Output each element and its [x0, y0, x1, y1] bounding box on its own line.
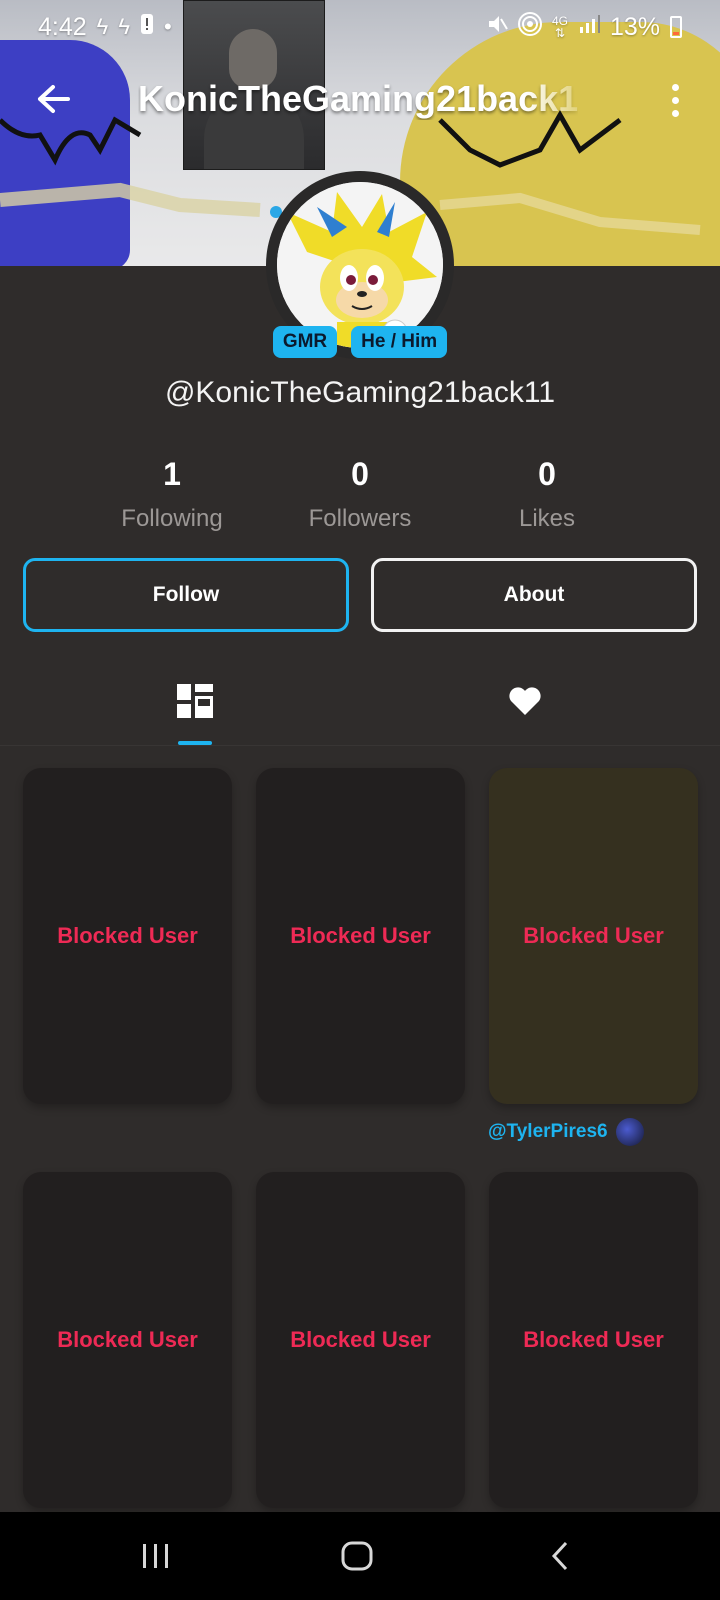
stat-followers[interactable]: 0 Followers — [280, 456, 440, 533]
back-icon — [551, 1541, 568, 1571]
network-type: 4G — [551, 14, 568, 28]
badge-gamer: GMR — [272, 326, 338, 358]
avatar-image — [277, 182, 443, 348]
battery-icon — [670, 16, 682, 38]
about-button[interactable]: About — [371, 558, 697, 632]
blocked-user-label: Blocked User — [523, 923, 664, 948]
tab-posts[interactable] — [170, 676, 220, 726]
hotspot-icon — [517, 11, 542, 43]
system-back-button[interactable] — [530, 1532, 590, 1580]
blocked-user-label: Blocked User — [290, 923, 431, 948]
status-right: 4G ⇅ 13% — [486, 11, 682, 43]
blocked-user-label: Blocked User — [523, 1327, 664, 1352]
home-button[interactable] — [327, 1532, 387, 1580]
app-header: KonicTheGaming21back1 — [0, 64, 720, 134]
blocked-user-label: Blocked User — [57, 923, 198, 948]
stat-followers-value: 0 — [351, 456, 369, 492]
avatar — [277, 182, 443, 348]
post-card[interactable]: Blocked User — [489, 1172, 698, 1508]
tab-likes[interactable] — [500, 676, 550, 726]
flash-icon: ϟ — [96, 14, 109, 39]
stat-likes: 0 Likes — [467, 456, 627, 533]
posts-grid-icon — [177, 684, 213, 718]
status-bar: 4:42 ϟ ϟ • 4G ⇅ 13% — [0, 0, 720, 54]
tab-divider — [0, 745, 720, 746]
profile-badges: GMR He / Him — [0, 326, 720, 358]
stat-following-value: 1 — [163, 456, 181, 492]
header-title: KonicTheGaming21back1 — [138, 78, 578, 119]
stat-following-label: Following — [121, 505, 223, 532]
back-button[interactable] — [30, 76, 76, 122]
stat-following[interactable]: 1 Following — [92, 456, 252, 533]
recents-button[interactable] — [126, 1532, 186, 1580]
alert-icon — [140, 13, 154, 41]
signal-icon — [578, 13, 600, 42]
recents-icon — [143, 1544, 168, 1568]
heart-icon — [509, 687, 541, 715]
profile-handle: @KonicTheGaming21back11 — [164, 376, 556, 409]
post-card[interactable]: Blocked User — [23, 768, 232, 1104]
tagged-user-name: @TylerPires6 — [488, 1121, 608, 1142]
home-icon — [341, 1541, 373, 1571]
flash-icon: ϟ — [118, 14, 130, 39]
post-card[interactable]: Blocked User — [23, 1172, 232, 1508]
network-arrows-icon: 4G ⇅ — [551, 14, 568, 40]
arrow-left-icon — [38, 85, 70, 113]
mute-icon — [486, 13, 508, 42]
stat-likes-label: Likes — [518, 505, 576, 532]
system-nav-bar — [0, 1512, 720, 1600]
battery-percent: 13% — [609, 12, 660, 41]
badge-pronouns: He / Him — [351, 326, 448, 358]
more-vertical-icon — [671, 96, 679, 104]
post-card[interactable]: Blocked User — [256, 768, 465, 1104]
tagged-user-avatar — [615, 1118, 644, 1146]
dot-icon: • — [163, 14, 172, 39]
profile-stats: 1 Following 0 Followers 0 Likes — [0, 456, 720, 536]
post-tagged-user[interactable]: @TylerPires6 — [488, 1118, 644, 1146]
status-left: 4:42 ϟ ϟ • — [38, 13, 172, 42]
stat-followers-label: Followers — [308, 505, 412, 532]
post-card[interactable]: Blocked User — [256, 1172, 465, 1508]
blocked-user-label: Blocked User — [57, 1327, 198, 1352]
status-time: 4:42 — [38, 12, 87, 41]
stat-likes-value: 0 — [538, 456, 556, 492]
follow-button[interactable]: Follow — [23, 558, 349, 632]
more-vertical-icon — [671, 83, 679, 91]
more-vertical-icon — [671, 109, 679, 117]
blocked-user-label: Blocked User — [290, 1327, 431, 1352]
post-card[interactable]: Blocked User — [489, 768, 698, 1104]
more-options-button[interactable] — [655, 78, 695, 122]
